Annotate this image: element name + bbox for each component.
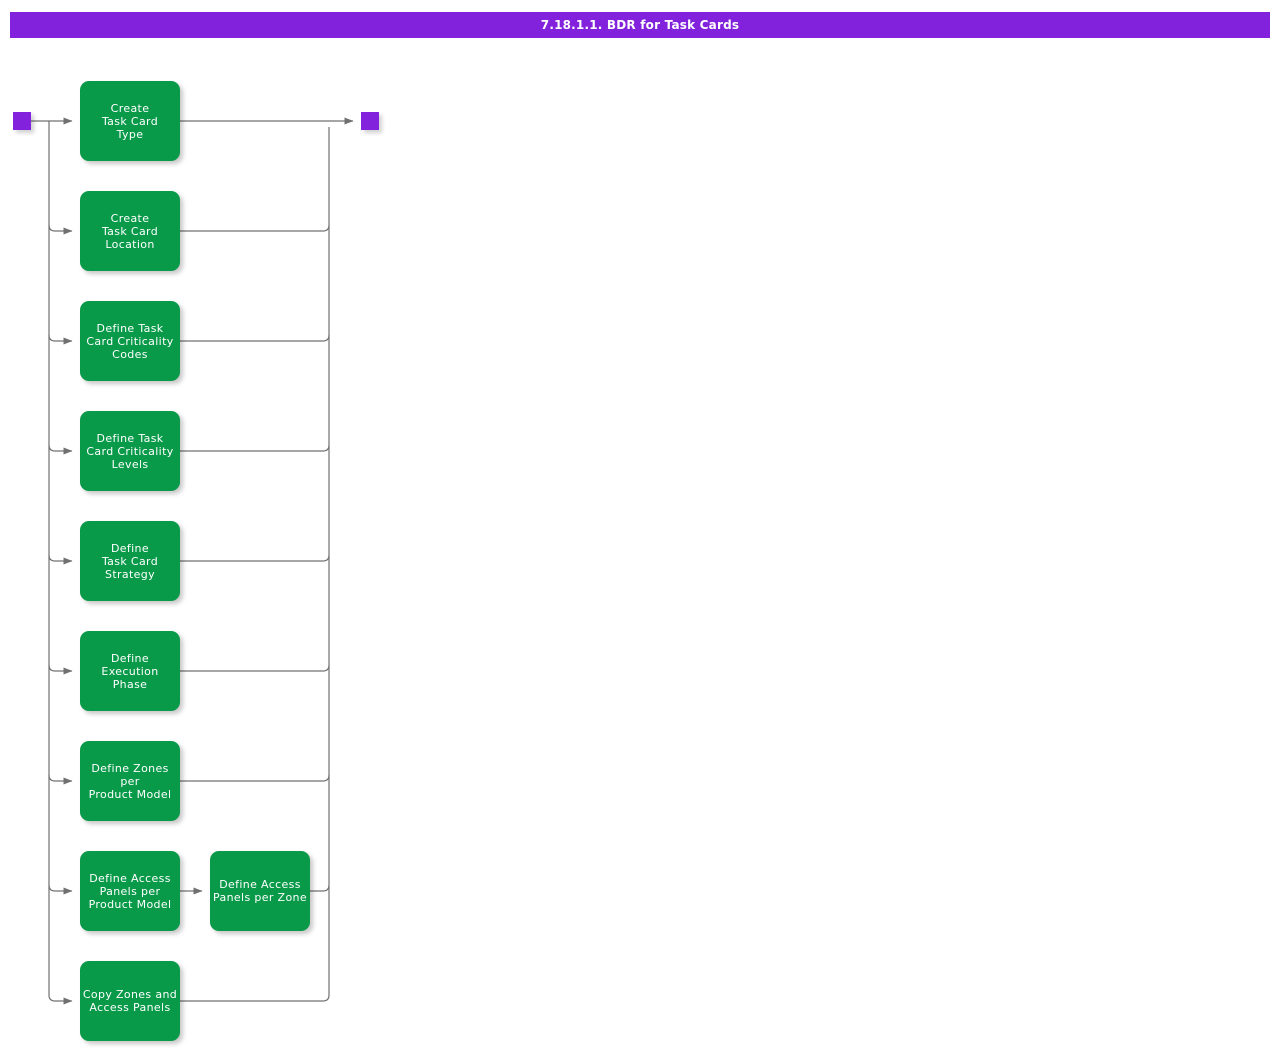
activity-define-zones-per-product-model[interactable]: Define Zones per Product Model [80,741,180,821]
edge-fork-to-n8 [48,884,73,895]
activity-define-task-card-criticality-codes[interactable]: Define Task Card Criticality Codes [80,301,180,381]
edge-fork-to-n6 [48,664,73,675]
activity-label: Define Task Card Criticality Codes [86,321,174,361]
activity-label: Define Zones per Product Model [88,761,172,801]
activity-label: Define Access Panels per Product Model [88,871,172,911]
edge-fork-to-n7 [48,774,73,785]
edge-n5-to-join [180,554,330,562]
activity-label: Define Task Card Strategy [101,541,159,581]
diagram-canvas: 7.18.1.1. BDR for Task Cards Create Task… [0,0,1280,1050]
diagram-title-banner: 7.18.1.1. BDR for Task Cards [10,12,1270,38]
page-title: 7.18.1.1. BDR for Task Cards [540,18,740,32]
start-node[interactable] [13,112,31,130]
activity-create-task-card-location[interactable]: Create Task Card Location [80,191,180,271]
edge-fork-to-n3 [48,334,73,345]
activity-create-task-card-type[interactable]: Create Task Card Type [80,81,180,161]
activity-label: Copy Zones and Access Panels [82,988,178,1014]
fork-spine [48,121,62,1002]
activity-define-access-panels-per-product-model[interactable]: Define Access Panels per Product Model [80,851,180,931]
edge-fork-to-n5 [48,554,73,565]
activity-label: Create Task Card Type [101,101,159,141]
edge-n2-to-join [180,224,330,232]
edge-n7-to-join [180,774,330,782]
activity-label: Define Access Panels per Zone [213,878,307,904]
edge-n6-to-join [180,664,330,672]
activity-define-access-panels-per-zone[interactable]: Define Access Panels per Zone [210,851,310,931]
end-node[interactable] [361,112,379,130]
edge-n3-to-join [180,334,330,342]
edge-n9-to-join [310,884,330,892]
edge-fork-to-n4 [48,444,73,455]
edge-n4-to-join [180,444,330,452]
activity-define-task-card-strategy[interactable]: Define Task Card Strategy [80,521,180,601]
connector-layer [31,117,354,1005]
activity-define-task-card-criticality-levels[interactable]: Define Task Card Criticality Levels [80,411,180,491]
activity-define-execution-phase[interactable]: Define Execution Phase [80,631,180,711]
activity-label: Define Execution Phase [101,651,159,691]
activity-label: Create Task Card Location [101,211,159,251]
edge-fork-to-n2 [48,224,73,235]
activity-copy-zones-and-access-panels[interactable]: Copy Zones and Access Panels [80,961,180,1041]
edge-n10-to-join [180,994,330,1002]
activity-label: Define Task Card Criticality Levels [86,431,174,471]
